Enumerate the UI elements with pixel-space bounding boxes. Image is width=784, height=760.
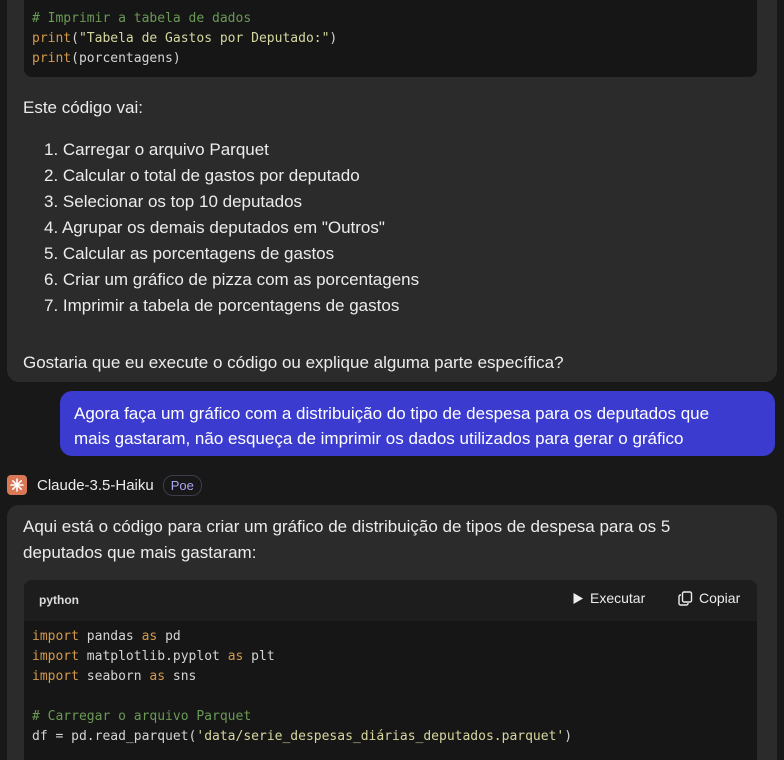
run-code-label: Executar — [590, 590, 646, 606]
copy-code-button[interactable]: Copiar — [678, 590, 740, 606]
list-item: 2. Calcular o total de gastos por deputa… — [44, 166, 360, 185]
code-string: 'data/serie_despesas_diárias_deputados.p… — [196, 729, 565, 744]
code-block-tail: # Imprimir a tabela de dados print("Tabe… — [24, 0, 757, 77]
code-function: print — [32, 51, 72, 66]
code-line: # Carregar o arquivo Parquet — [32, 707, 572, 727]
copy-code-label: Copiar — [699, 590, 741, 606]
code-identifier: ) — [564, 729, 573, 744]
code-identifier: matplotlib.pyplot — [78, 649, 228, 664]
code-language-label: python — [39, 593, 79, 607]
poe-badge: Poe — [162, 474, 202, 496]
code-keyword: import — [32, 669, 79, 684]
user-message-line: Agora faça um gráfico com a distribuição… — [74, 404, 710, 423]
code-line: import matplotlib.pyplot as plt — [32, 647, 572, 667]
code-line: df = pd.read_parquet('data/serie_despesa… — [32, 727, 572, 747]
code-identifier: pd — [157, 629, 181, 644]
user-message: Agora faça um gráfico com a distribuição… — [60, 391, 775, 456]
play-icon — [573, 592, 583, 604]
claude-sparkle-icon[interactable] — [7, 475, 27, 495]
code-line: import seaborn as sns — [32, 667, 572, 687]
chat-page: # Imprimir a tabela de dados print("Tabe… — [0, 0, 784, 760]
code-block: python Executar Copiar import pandas as … — [24, 580, 757, 760]
code-comment: # Carregar o arquivo Parquet — [32, 709, 252, 724]
code-body: import pandas as pd import matplotlib.py… — [32, 627, 572, 747]
code-paren: ( — [71, 31, 79, 46]
code-line: # Imprimir a tabela de dados — [32, 9, 337, 29]
code-identifier: plt — [243, 649, 275, 664]
bot-header: Claude-3.5-Haiku Poe — [7, 474, 202, 496]
code-body: # Imprimir a tabela de dados print("Tabe… — [32, 9, 337, 69]
code-line: import pandas as pd — [32, 627, 572, 647]
code-string: "Tabela de Gastos por Deputado:" — [78, 31, 330, 46]
code-keyword: as — [227, 649, 244, 664]
code-paren: ) — [172, 51, 181, 66]
list-item: 6. Criar um gráfico de pizza com as porc… — [44, 270, 420, 289]
code-identifier: df = pd.read_parquet( — [32, 729, 197, 744]
list-item: 5. Calcular as porcentagens de gastos — [44, 244, 335, 263]
code-keyword: as — [149, 669, 166, 684]
code-identifier: sns — [165, 669, 197, 684]
message-intro-line: Aqui está o código para criar um gráfico… — [23, 517, 671, 536]
code-block-header: python Executar Copiar — [24, 580, 757, 621]
code-function: print — [32, 31, 72, 46]
code-keyword: as — [141, 629, 158, 644]
message-closing: Gostaria que eu execute o código ou expl… — [23, 353, 564, 372]
bot-name[interactable]: Claude-3.5-Haiku — [37, 477, 154, 494]
code-paren: ( — [71, 51, 79, 66]
code-paren: ) — [329, 31, 338, 46]
code-keyword: import — [32, 649, 79, 664]
list-item: 3. Selecionar os top 10 deputados — [44, 192, 303, 211]
list-item: 1. Carregar o arquivo Parquet — [44, 140, 269, 159]
list-item: 4. Agrupar os demais deputados em "Outro… — [44, 218, 385, 237]
copy-icon — [678, 590, 693, 606]
code-identifier: seaborn — [78, 669, 150, 684]
code-line: print(porcentagens) — [32, 49, 337, 69]
message-intro: Este código vai: — [23, 98, 144, 117]
user-message-line: mais gastaram, não esqueça de imprimir o… — [74, 429, 684, 448]
code-comment: # Imprimir a tabela de dados — [32, 11, 252, 26]
message-intro-line: deputados que mais gastaram: — [23, 543, 257, 562]
steps-list: 1. Carregar o arquivo Parquet 2. Calcula… — [44, 137, 419, 319]
run-code-button[interactable]: Executar — [572, 590, 645, 606]
code-line: print("Tabela de Gastos por Deputado:") — [32, 29, 337, 49]
code-keyword: import — [32, 629, 79, 644]
list-item: 7. Imprimir a tabela de porcentagens de … — [44, 296, 400, 315]
code-identifier: porcentagens — [78, 51, 173, 66]
code-identifier: pandas — [78, 629, 142, 644]
